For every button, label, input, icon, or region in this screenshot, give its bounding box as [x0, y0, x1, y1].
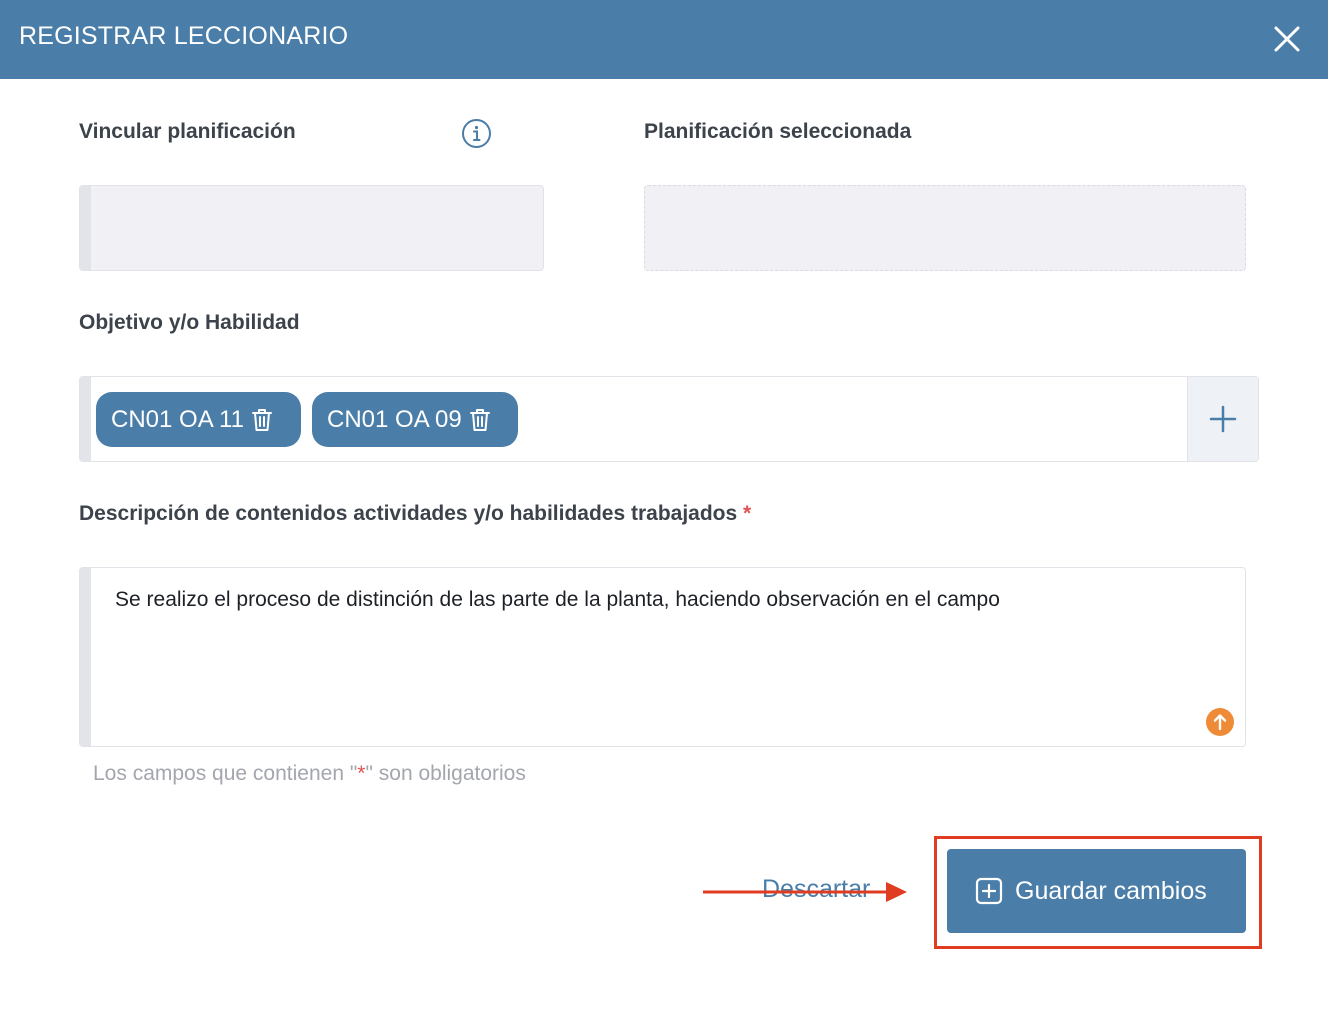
description-textarea[interactable]: Se realizo el proceso de distinción de l…: [79, 567, 1246, 747]
required-hint-after: " son obligatorios: [365, 762, 526, 785]
plus-icon: [1209, 405, 1237, 433]
arrow-up-icon[interactable]: [1205, 707, 1235, 737]
link-planning-select[interactable]: [79, 185, 544, 271]
link-planning-label: Vincular planificación: [79, 120, 296, 143]
selected-planning-field: [644, 185, 1246, 271]
close-icon[interactable]: [1270, 22, 1304, 56]
required-hint-before: Los campos que contienen ": [93, 762, 358, 785]
field-stripe: [80, 186, 91, 270]
trash-icon[interactable]: [250, 407, 274, 433]
description-text: Se realizo el proceso de distinción de l…: [115, 588, 1000, 611]
objective-chip-label: CN01 OA 09: [327, 405, 462, 433]
dialog-title: REGISTRAR LECCIONARIO: [19, 22, 349, 50]
objective-chip: CN01 OA 09: [312, 392, 518, 447]
objective-chip-label: CN01 OA 11: [111, 405, 244, 433]
objectives-field: CN01 OA 11 CN01 OA 09: [79, 376, 1259, 462]
required-mark: *: [743, 502, 752, 525]
info-icon[interactable]: [461, 118, 492, 149]
annotation-arrow-icon: [703, 882, 907, 902]
field-stripe: [80, 377, 91, 461]
description-label-text: Descripción de contenidos actividades y/…: [79, 502, 738, 525]
annotation-highlight-box: [934, 836, 1262, 949]
objectives-label: Objetivo y/o Habilidad: [79, 311, 300, 334]
description-label: Descripción de contenidos actividades y/…: [79, 502, 751, 526]
required-hint: Los campos que contienen "*" son obligat…: [93, 762, 526, 786]
trash-icon[interactable]: [468, 407, 492, 433]
selected-planning-label: Planificación seleccionada: [644, 120, 912, 143]
objective-chip: CN01 OA 11: [96, 392, 301, 447]
add-objective-button[interactable]: [1187, 377, 1258, 461]
dialog-header: REGISTRAR LECCIONARIO: [0, 0, 1328, 79]
field-stripe: [80, 568, 91, 746]
